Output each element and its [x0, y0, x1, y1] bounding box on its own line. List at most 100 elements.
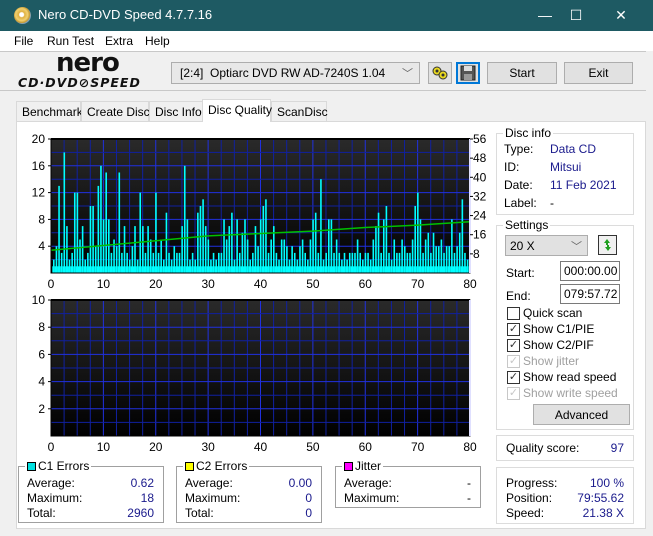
- c1-bar: [356, 239, 359, 273]
- c1-bar: [97, 185, 100, 273]
- disc-date-label: Date:: [504, 178, 533, 192]
- y-tick-label: 8: [38, 212, 45, 226]
- advanced-button[interactable]: Advanced: [533, 404, 630, 425]
- c1-average-label: Average:: [27, 476, 75, 490]
- c1-average-value: 0.62: [130, 476, 154, 490]
- c2-errors-group: C2 Errors Average: 0.00 Maximum: 0 Total…: [176, 459, 322, 523]
- c1-bar: [388, 252, 390, 273]
- end-time-input[interactable]: 079:57.72: [560, 284, 620, 304]
- x-tick-label: 20: [149, 440, 163, 454]
- c1-bar: [398, 252, 401, 273]
- c1-bar: [199, 206, 202, 273]
- speed-select[interactable]: 20 X ﹀: [505, 235, 588, 256]
- c1-bar: [204, 226, 207, 273]
- c1-bar: [231, 212, 233, 273]
- refresh-icon: [604, 239, 611, 251]
- c1-bar: [422, 252, 424, 273]
- tab-disc-quality[interactable]: Disc Quality: [202, 99, 272, 122]
- c2-average-value: 0.00: [288, 476, 312, 490]
- disc-type-label: Type:: [504, 142, 534, 156]
- x-tick-label: 0: [48, 277, 55, 291]
- c1-bar: [218, 252, 220, 273]
- c1-bar: [183, 165, 186, 273]
- c1-bar: [327, 219, 330, 273]
- checkbox-box: [507, 307, 520, 320]
- c1-bar: [393, 239, 396, 273]
- c1-bar: [53, 259, 55, 273]
- c1-bar: [283, 239, 286, 273]
- disc-label-label: Label:: [504, 196, 537, 210]
- quality-score-group: Quality score: 97: [496, 435, 634, 461]
- x-tick-label: 50: [306, 277, 320, 291]
- x-tick-label: 40: [254, 277, 268, 291]
- c1-bar: [144, 252, 147, 273]
- c1-bar: [265, 199, 267, 273]
- c1-maximum-label: Maximum:: [27, 491, 83, 505]
- c1-bar: [58, 185, 60, 273]
- c1-bar: [409, 252, 411, 273]
- c1-bar: [152, 252, 155, 273]
- checkmark-icon: ✓: [507, 323, 520, 336]
- checkmark-icon: ✓: [507, 371, 520, 384]
- y-tick-label: 10: [32, 293, 46, 307]
- c1-bar: [380, 252, 382, 273]
- c1-bar: [223, 219, 225, 273]
- refresh-speed-button[interactable]: [598, 235, 617, 255]
- y-tick-label: 20: [32, 132, 46, 146]
- c1-bar: [437, 246, 440, 273]
- c1-bar: [291, 246, 293, 273]
- c1-bar: [168, 252, 170, 273]
- start-time-input[interactable]: 000:00.00: [560, 261, 620, 281]
- c1-bar: [212, 252, 215, 273]
- c1-bar: [270, 239, 272, 273]
- y-tick-label: 6: [38, 347, 45, 361]
- y2-tick-label: 24: [473, 209, 487, 223]
- y2-tick-label: 56: [473, 132, 487, 146]
- settings-group: Settings 20 X ﹀ Start: 000:00.00 End: 07…: [496, 218, 634, 430]
- c2-chart: 2 4 6 8 10 0 10 20 30 40 50 60 70 80: [32, 293, 477, 454]
- c1-bar: [176, 252, 178, 273]
- y2-tick-label: 32: [473, 189, 487, 203]
- c1-bar: [362, 259, 364, 273]
- c1-bar: [401, 239, 403, 273]
- c1-bar: [241, 232, 244, 273]
- c2-color-swatch: [185, 461, 194, 471]
- c1-bar: [259, 219, 262, 273]
- c1-bar: [115, 246, 118, 273]
- c1-bar: [346, 259, 348, 273]
- y-tick-label: 4: [38, 375, 45, 389]
- c1-bar: [84, 259, 87, 273]
- checkmark-icon: ✓: [507, 387, 520, 400]
- c1-bar: [92, 206, 94, 273]
- c1-bar: [76, 192, 79, 273]
- c1-bar: [215, 259, 217, 273]
- c1-errors-title-text: C1 Errors: [38, 459, 90, 473]
- c1-bar: [228, 226, 231, 273]
- y-tick-label: 4: [38, 239, 45, 253]
- y-tick-label: 12: [32, 186, 46, 200]
- c1-bar: [417, 192, 419, 273]
- c1-bar: [445, 246, 448, 273]
- c1-bar: [178, 252, 181, 273]
- c1-bar: [275, 252, 278, 273]
- c1-bar: [220, 252, 223, 273]
- c1-bar: [236, 219, 238, 273]
- x-tick-label: 10: [97, 440, 111, 454]
- c1-bar: [157, 252, 160, 273]
- checkmark-icon: ✓: [507, 339, 520, 352]
- c1-bar: [142, 226, 144, 273]
- c1-bar: [128, 259, 131, 273]
- show-read-speed-label: Show read speed: [523, 370, 617, 384]
- c1-bar: [267, 252, 270, 273]
- c1-bar: [136, 259, 139, 273]
- jitter-group: Jitter Average: - Maximum: -: [335, 459, 481, 508]
- c1-bar: [406, 252, 409, 273]
- c1-bar: [427, 232, 430, 273]
- c1-bar: [207, 239, 210, 273]
- x-tick-label: 60: [359, 440, 373, 454]
- disc-info-title: Disc info: [503, 126, 554, 140]
- c1-bar: [304, 252, 307, 273]
- c2-errors-title-text: C2 Errors: [196, 459, 248, 473]
- c1-bar: [100, 165, 102, 273]
- progress-value: 100 %: [589, 476, 624, 490]
